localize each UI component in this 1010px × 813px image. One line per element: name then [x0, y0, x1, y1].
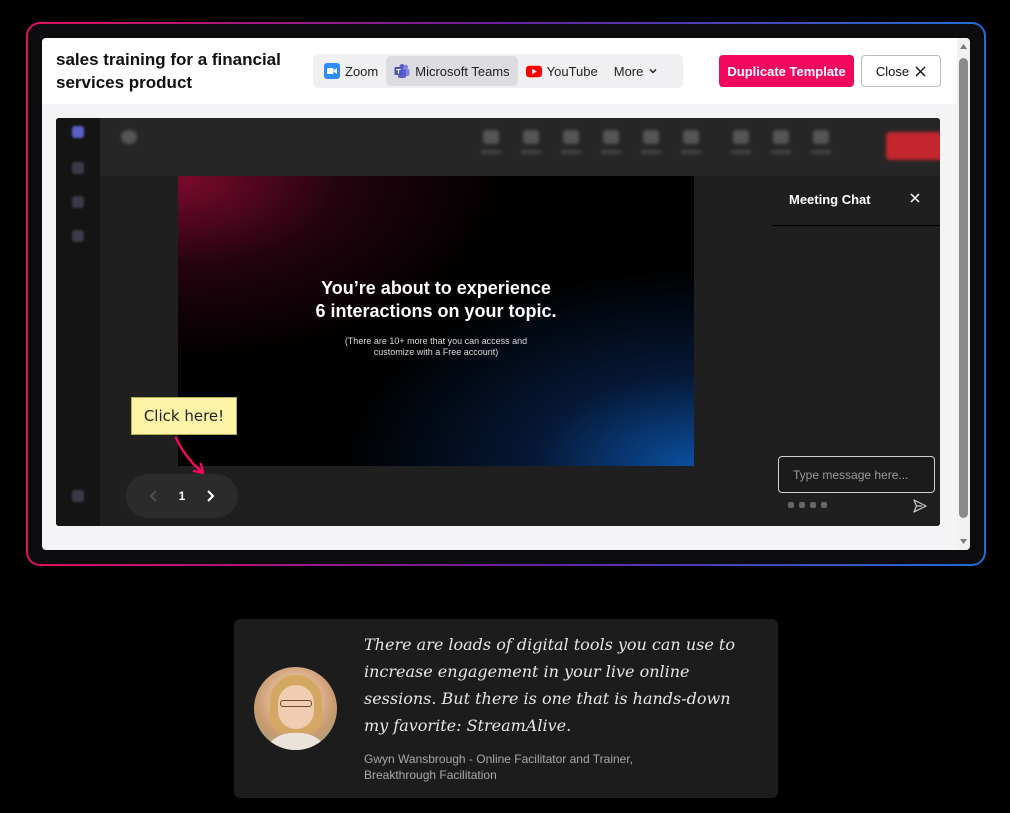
- close-button[interactable]: Close: [861, 55, 941, 87]
- chat-header: Meeting Chat: [772, 176, 940, 226]
- slide-subtext-line1: (There are 10+ more that you can access …: [344, 336, 528, 346]
- tab-youtube-label: YouTube: [546, 63, 598, 79]
- slide-heading: You’re about to experience 6 interaction…: [178, 277, 694, 323]
- scroll-thumb[interactable]: [959, 58, 968, 518]
- teams-logo-icon: [72, 126, 84, 138]
- prev-slide-button[interactable]: [144, 486, 164, 506]
- testimonial-card: There are loads of digital tools you can…: [234, 619, 778, 798]
- youtube-icon: [525, 63, 542, 79]
- slide-subtext: (There are 10+ more that you can access …: [178, 336, 694, 358]
- modal-header: sales training for a financial services …: [42, 38, 957, 104]
- next-slide-button[interactable]: [200, 486, 220, 506]
- close-button-label: Close: [875, 63, 910, 79]
- author-line-2: Breakthrough Facilitation: [364, 768, 497, 782]
- chevron-right-icon: [207, 490, 215, 502]
- author-line-1: Gwyn Wansbrough - Online Facilitator and…: [364, 752, 634, 766]
- page-number: 1: [178, 489, 186, 503]
- avatar: [254, 667, 337, 750]
- meeting-chat-panel: Meeting Chat: [772, 176, 940, 526]
- teams-icon: [72, 230, 84, 242]
- tab-more[interactable]: More: [606, 56, 667, 86]
- camera-icon[interactable]: [730, 130, 752, 160]
- tab-youtube[interactable]: YouTube: [518, 56, 606, 86]
- modal-title: sales training for a financial services …: [56, 50, 281, 92]
- platform-tabs: Zoom Microsoft Teams YouTube More: [313, 54, 683, 88]
- chat-toolbar-icon[interactable]: [480, 130, 502, 160]
- close-icon[interactable]: [909, 192, 921, 204]
- duplicate-template-button[interactable]: Duplicate Template: [719, 55, 854, 87]
- teams-app-rail: [56, 118, 100, 526]
- slide-heading-line2: 6 interactions on your topic.: [315, 301, 557, 321]
- scroll-down-icon[interactable]: [959, 537, 968, 546]
- tab-zoom-label: Zoom: [345, 63, 379, 79]
- teams-icon: [394, 63, 410, 79]
- presentation-slide: You’re about to experience 6 interaction…: [178, 176, 694, 466]
- more-icon[interactable]: [680, 130, 702, 160]
- template-preview-modal: sales training for a financial services …: [42, 38, 970, 550]
- apps-icon: [72, 490, 84, 502]
- emoji-icon[interactable]: [810, 502, 816, 508]
- slide-pager: 1: [126, 474, 238, 518]
- chat-format-tools: [788, 502, 827, 508]
- callout-arrow-icon: [174, 436, 205, 475]
- tab-more-label: More: [613, 63, 644, 79]
- teams-meeting-toolbar: [100, 118, 940, 176]
- click-here-callout: Click here!: [131, 397, 237, 435]
- zoom-icon: [324, 63, 340, 79]
- format-icon[interactable]: [788, 502, 794, 508]
- close-icon: [915, 66, 926, 76]
- scroll-up-icon[interactable]: [959, 42, 968, 51]
- people-toolbar-icon[interactable]: [520, 130, 542, 160]
- view-icon[interactable]: [640, 130, 662, 160]
- testimonial-author: Gwyn Wansbrough - Online Facilitator and…: [364, 751, 664, 783]
- modal-scrollbar[interactable]: [957, 38, 970, 550]
- shield-icon: [118, 130, 140, 160]
- tab-microsoft-teams-label: Microsoft Teams: [415, 63, 510, 79]
- share-icon[interactable]: [810, 130, 832, 160]
- raise-hand-icon[interactable]: [560, 130, 582, 160]
- chat-message-input[interactable]: [778, 456, 935, 493]
- chat-title: Meeting Chat: [789, 192, 871, 207]
- tab-zoom[interactable]: Zoom: [316, 56, 386, 86]
- gif-icon[interactable]: [821, 502, 827, 508]
- teams-meeting-preview: You’re about to experience 6 interaction…: [56, 118, 940, 526]
- chevron-down-icon: [648, 64, 658, 79]
- activity-icon: [72, 162, 84, 174]
- slide-heading-line1: You’re about to experience: [321, 278, 551, 298]
- chevron-left-icon: [149, 490, 157, 502]
- leave-button[interactable]: [886, 132, 940, 160]
- tab-microsoft-teams[interactable]: Microsoft Teams: [386, 56, 518, 86]
- send-icon[interactable]: [912, 498, 928, 514]
- react-icon[interactable]: [600, 130, 622, 160]
- mic-icon[interactable]: [770, 130, 792, 160]
- attach-icon[interactable]: [799, 502, 805, 508]
- slide-subtext-line2: customize with a Free account): [373, 347, 499, 357]
- testimonial-quote: There are loads of digital tools you can…: [364, 635, 735, 735]
- chat-icon: [72, 196, 84, 208]
